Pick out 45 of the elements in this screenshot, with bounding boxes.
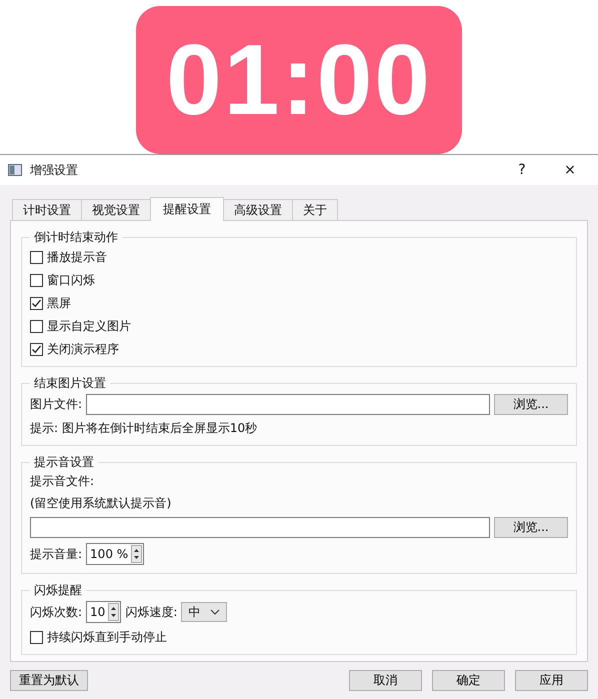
chevron-icon: [210, 609, 220, 615]
checkbox-label: 关闭演示程序: [47, 340, 119, 358]
checkbox-label: 持续闪烁直到手动停止: [47, 628, 167, 646]
browse-button[interactable]: 浏览...: [494, 394, 568, 415]
spin-arrows-icon[interactable]: [131, 545, 142, 563]
window-title: 增强设置: [30, 162, 79, 178]
field-label: 闪烁次数:: [30, 604, 82, 620]
apply-button[interactable]: 应用: [515, 670, 588, 691]
reset-button[interactable]: 重置为默认: [10, 670, 88, 691]
checkbox-label: 窗口闪烁: [47, 272, 95, 288]
group-title: 提示音设置: [33, 454, 95, 471]
tab[interactable]: 提醒设置: [150, 197, 224, 221]
field-label: 闪烁速度:: [125, 604, 178, 620]
ok-button[interactable]: 确定: [432, 670, 505, 691]
note-text: (留空使用系统默认提示音): [30, 495, 172, 512]
checkbox-label: 播放提示音: [47, 248, 107, 266]
app-icon: [8, 164, 22, 176]
volume-spinbox[interactable]: 100 %: [86, 543, 144, 565]
tab[interactable]: 关于: [292, 199, 338, 221]
checkbox[interactable]: [30, 630, 43, 644]
group-title: 闪烁提醒: [33, 582, 83, 599]
field-label: 提示音量:: [30, 546, 82, 562]
image-file-field[interactable]: [86, 394, 490, 415]
countdown-display: 01:00: [136, 6, 462, 154]
group-title: 倒计时结束动作: [33, 229, 119, 246]
checkbox-label: 显示自定义图片: [47, 318, 131, 334]
browse-button[interactable]: 浏览...: [494, 517, 568, 538]
field-label: 提示音文件:: [30, 473, 96, 490]
checkbox-label: 黑屏: [47, 294, 71, 312]
help-button[interactable]: ?: [502, 162, 542, 178]
hint-text: 提示: 图片将在倒计时结束后全屏显示10秒: [30, 420, 258, 437]
checkbox[interactable]: [30, 296, 43, 310]
checkbox[interactable]: [30, 274, 43, 286]
tab[interactable]: 计时设置: [12, 199, 82, 221]
speed-dropdown[interactable]: 中: [181, 602, 228, 622]
spin-arrows-icon[interactable]: [108, 603, 120, 621]
checkbox[interactable]: [30, 320, 43, 332]
close-button[interactable]: ×: [550, 162, 590, 178]
count-spinbox[interactable]: 10: [86, 601, 122, 623]
checkbox[interactable]: [30, 250, 43, 264]
field-label: 图片文件:: [30, 396, 82, 413]
group-title: 结束图片设置: [33, 375, 107, 392]
cancel-button[interactable]: 取消: [349, 670, 422, 691]
sound-file-field[interactable]: [30, 517, 490, 538]
checkbox[interactable]: [30, 342, 43, 356]
